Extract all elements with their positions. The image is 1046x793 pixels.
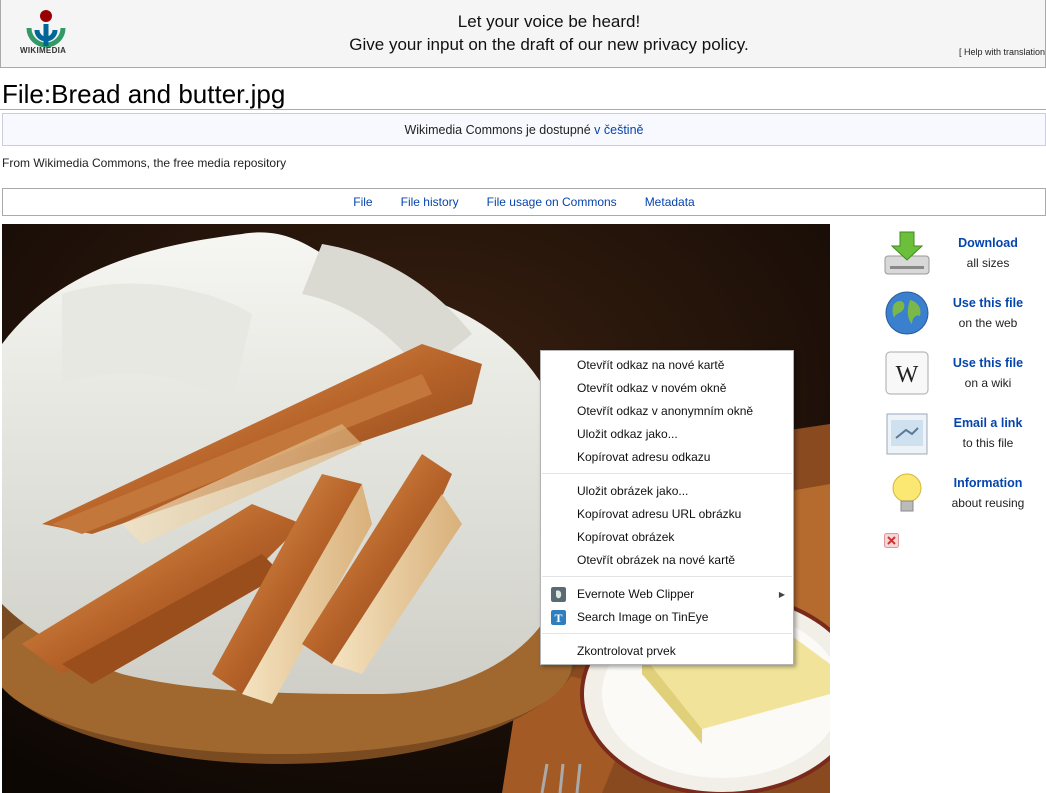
- menu-open-link-new-tab[interactable]: Otevřít odkaz na nové kartě: [541, 355, 793, 376]
- menu-copy-image[interactable]: Kopírovat obrázek: [541, 527, 793, 548]
- menu-search-tineye[interactable]: T Search Image on TinEye: [541, 607, 793, 628]
- title-divider: [0, 109, 1046, 110]
- menu-copy-link-address[interactable]: Kopírovat adresu odkazu: [541, 447, 793, 468]
- menu-open-link-incognito[interactable]: Otevřít odkaz v anonymním okně: [541, 401, 793, 422]
- menu-open-image-new-tab[interactable]: Otevřít obrázek na nové kartě: [541, 550, 793, 571]
- evernote-icon: [551, 587, 566, 602]
- tool-use-web-sub: on the web: [958, 316, 1018, 330]
- tool-download[interactable]: Download all sizes: [882, 226, 1046, 280]
- tool-download-title[interactable]: Download: [938, 236, 1038, 250]
- svg-text:T: T: [554, 611, 562, 625]
- site-subtitle: From Wikimedia Commons, the free media r…: [2, 156, 287, 170]
- wikipedia-icon: W: [885, 351, 929, 395]
- menu-save-image-as[interactable]: Uložit obrázek jako...: [541, 481, 793, 502]
- language-notice-text: Wikimedia Commons je dostupné: [404, 123, 595, 137]
- download-icon: [884, 231, 930, 275]
- tab-file-usage[interactable]: File usage on Commons: [487, 195, 617, 209]
- tab-metadata[interactable]: Metadata: [645, 195, 695, 209]
- submenu-arrow-icon: ▶: [778, 590, 785, 599]
- banner-headline[interactable]: Let your voice be heard!: [1, 12, 1046, 32]
- tool-use-on-wiki[interactable]: W Use this file on a wiki: [882, 346, 1046, 400]
- fundraising-banner: WIKIMEDIA Let your voice be heard! Give …: [0, 0, 1046, 68]
- page-title: File:Bread and butter.jpg: [2, 79, 286, 109]
- menu-separator: [542, 576, 792, 577]
- tool-email-sub: to this file: [962, 436, 1014, 450]
- tool-info-title[interactable]: Information: [938, 476, 1038, 490]
- menu-copy-image-url[interactable]: Kopírovat adresu URL obrázku: [541, 504, 793, 525]
- tool-download-sub: all sizes: [966, 256, 1010, 270]
- close-icon[interactable]: [884, 533, 899, 548]
- menu-open-link-new-window[interactable]: Otevřít odkaz v novém okně: [541, 378, 793, 399]
- banner-help-link[interactable]: [ Help with translations: [959, 47, 1045, 57]
- svg-text:W: W: [896, 362, 919, 388]
- menu-separator: [542, 633, 792, 634]
- tool-use-web-title[interactable]: Use this file: [938, 296, 1038, 310]
- tool-email-link[interactable]: Email a link to this file: [882, 406, 1046, 460]
- tool-use-wiki-sub: on a wiki: [964, 376, 1012, 390]
- menu-evernote-clipper[interactable]: Evernote Web Clipper ▶: [541, 584, 793, 605]
- menu-save-link-as[interactable]: Uložit odkaz jako...: [541, 424, 793, 445]
- tool-email-title[interactable]: Email a link: [938, 416, 1038, 430]
- menu-tineye-label: Search Image on TinEye: [577, 610, 709, 624]
- tab-file[interactable]: File: [353, 195, 372, 209]
- menu-evernote-label: Evernote Web Clipper: [577, 587, 695, 601]
- globe-icon: [885, 291, 929, 335]
- tool-use-wiki-title[interactable]: Use this file: [938, 356, 1038, 370]
- tool-info-sub: about reusing: [951, 496, 1025, 510]
- banner-subline[interactable]: Give your input on the draft of our new …: [1, 35, 1046, 55]
- tineye-icon: T: [551, 610, 566, 625]
- tool-information[interactable]: Information about reusing: [882, 466, 1046, 520]
- context-menu: Otevřít odkaz na nové kartě Otevřít odka…: [540, 350, 794, 665]
- email-icon: [886, 413, 928, 455]
- menu-separator: [542, 473, 792, 474]
- menu-inspect-element[interactable]: Zkontrolovat prvek: [541, 641, 793, 662]
- tab-file-history[interactable]: File history: [401, 195, 459, 209]
- lightbulb-icon: [892, 473, 922, 512]
- language-notice-link[interactable]: v češtině: [594, 123, 643, 137]
- language-notice: Wikimedia Commons je dostupné v češtině: [2, 113, 1046, 146]
- file-section-tabs: File File history File usage on Commons …: [2, 188, 1046, 216]
- tool-use-on-web[interactable]: Use this file on the web: [882, 286, 1046, 340]
